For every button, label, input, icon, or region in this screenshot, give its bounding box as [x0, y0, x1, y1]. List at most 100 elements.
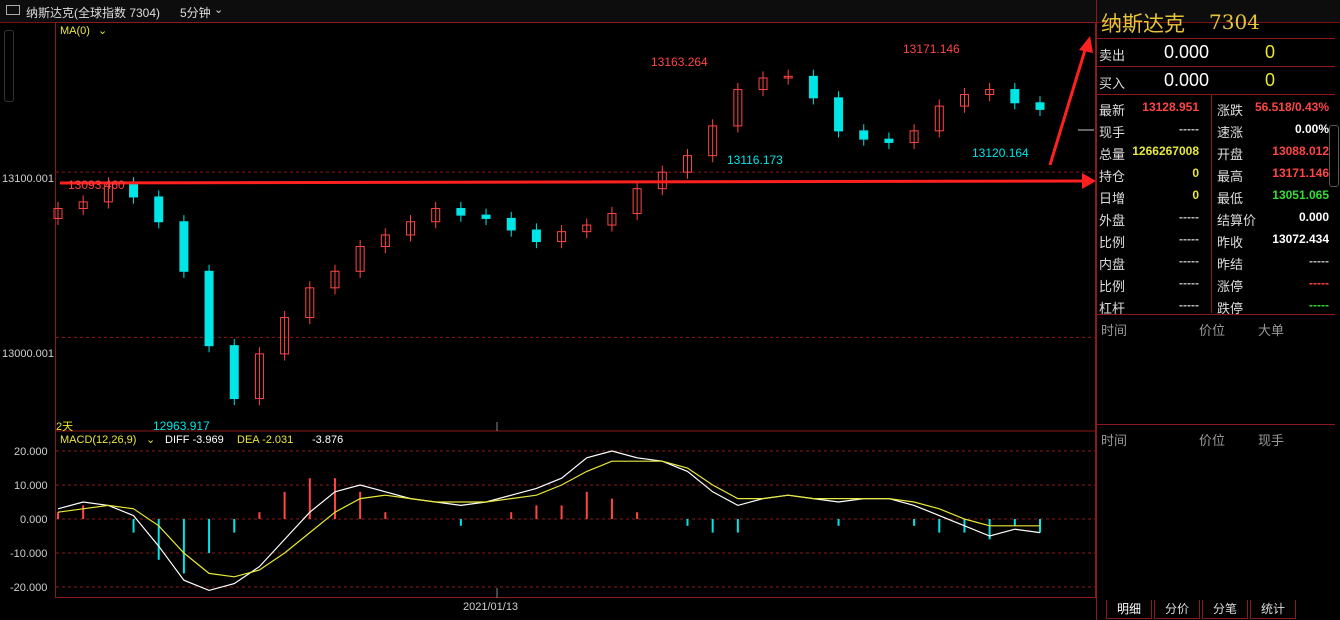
- macd-axis-label: -20.000: [10, 582, 48, 594]
- price-axis-label: 13000.001: [2, 348, 54, 360]
- quote-key: 最新: [1099, 103, 1126, 118]
- macd-axis-label: 0.000: [20, 514, 48, 526]
- tab-statistics[interactable]: 统计: [1250, 600, 1296, 619]
- quote-row: 内盘 ----- 昨结 -----: [1097, 250, 1335, 272]
- quote-key: 最低: [1217, 191, 1244, 206]
- quote-row: 总量 1266267008 开盘 13088.012: [1097, 140, 1335, 162]
- tab-tick-by-tick[interactable]: 分笔: [1202, 600, 1248, 619]
- quote-key: 外盘: [1099, 213, 1126, 228]
- buy-label: 买入: [1099, 76, 1126, 91]
- ticks-col-volume: 现手: [1258, 433, 1285, 448]
- candle-body: [204, 270, 214, 347]
- quote-key: 内盘: [1099, 257, 1126, 272]
- quote-value: 13072.434: [1272, 232, 1329, 246]
- ma-label[interactable]: MA(0): [60, 25, 90, 37]
- macd-diff: DIFF -3.969: [165, 434, 224, 446]
- quote-key: 现手: [1099, 125, 1126, 140]
- buy-price: 0.000: [1163, 70, 1209, 90]
- arrow-head-icon: [1082, 173, 1096, 189]
- candle-body: [884, 138, 894, 143]
- quote-value: -----: [1309, 276, 1329, 290]
- date-axis-label: 2021/01/13: [463, 601, 519, 613]
- quote-value: 13088.012: [1272, 144, 1329, 158]
- macd-dea: DEA -2.031: [237, 434, 294, 446]
- macd-axis-label: 20.000: [14, 446, 48, 458]
- quote-panel: 纳斯达克 7304 卖出 0.000 0 买入 0.000 0 最新 13128.…: [1096, 0, 1340, 620]
- buy-row: 买入 0.000 0: [1097, 68, 1335, 94]
- day-label: 2天: [56, 421, 74, 433]
- quote-row: 持仓 0 最高 13171.146: [1097, 162, 1335, 184]
- macd-axis-label: 10.000: [14, 480, 48, 492]
- candle-body: [129, 183, 139, 198]
- quote-value: -----: [1179, 298, 1199, 312]
- candle-body: [229, 345, 239, 400]
- quote-value: 13171.146: [1272, 166, 1329, 180]
- trough-label: 13116.173: [727, 153, 783, 167]
- quote-key: 总量: [1099, 147, 1126, 162]
- quote-value: 56.518/0.43%: [1254, 100, 1329, 114]
- quote-row: 比例 ----- 涨停 -----: [1097, 272, 1335, 294]
- buy-volume: 0: [1264, 70, 1275, 90]
- macd-value: -3.876: [312, 434, 344, 446]
- peak-label: 13163.264: [651, 55, 708, 69]
- quote-value: -----: [1179, 232, 1199, 246]
- scrollbar[interactable]: [1329, 125, 1339, 187]
- quote-value: 1266267008: [1132, 144, 1199, 158]
- quote-row: 杠杆 ----- 跌停 -----: [1097, 294, 1335, 316]
- low-label: 12963.917: [153, 419, 210, 433]
- horizontal-arrow: [59, 179, 1086, 185]
- diagonal-arrow: [1048, 49, 1087, 166]
- quote-value: 13128.951: [1142, 100, 1199, 114]
- quote-key: 持仓: [1099, 169, 1126, 184]
- ticks-col-price: 价位: [1199, 323, 1226, 338]
- candle-body: [834, 97, 844, 132]
- quote-code: 7304: [1209, 10, 1260, 34]
- quote-value: -----: [1309, 254, 1329, 268]
- quote-row: 日增 0 最低 13051.065: [1097, 184, 1335, 206]
- sell-price: 0.000: [1163, 42, 1209, 62]
- quote-value: -----: [1179, 210, 1199, 224]
- diff-line: [57, 450, 1041, 592]
- candle-body: [456, 208, 466, 216]
- quote-key: 最高: [1217, 169, 1244, 184]
- quote-row: 比例 ----- 昨收 13072.434: [1097, 228, 1335, 250]
- tab-detail[interactable]: 明细: [1106, 600, 1152, 619]
- candle-body: [179, 221, 189, 272]
- peak-label: 13171.146: [903, 42, 960, 56]
- candle-body: [808, 75, 818, 99]
- quote-value: 0: [1192, 166, 1199, 180]
- tab-price-distribution[interactable]: 分价: [1154, 600, 1200, 619]
- ticks-col-time: 时间: [1101, 433, 1128, 448]
- chevron-down-icon[interactable]: ⌄: [98, 24, 107, 37]
- chevron-down-icon[interactable]: ⌄: [146, 433, 155, 446]
- quote-value: -----: [1179, 276, 1199, 290]
- ticks-col-time: 时间: [1101, 323, 1128, 338]
- quote-key: 速涨: [1217, 125, 1244, 140]
- quote-value: -----: [1309, 298, 1329, 312]
- candle-body: [506, 217, 516, 231]
- quote-key: 比例: [1099, 235, 1126, 250]
- quote-value: 0.00%: [1294, 122, 1329, 136]
- quote-row: 外盘 ----- 结算价 0.000: [1097, 206, 1335, 228]
- trough-label: 13120.164: [972, 146, 1029, 160]
- sell-volume: 0: [1264, 42, 1275, 62]
- sell-row: 卖出 0.000 0: [1097, 40, 1335, 66]
- quote-row: 最新 13128.951 涨跌 56.518/0.43%: [1097, 96, 1335, 118]
- quote-name: 纳斯达克: [1101, 12, 1185, 36]
- sell-label: 卖出: [1099, 48, 1126, 63]
- macd-axis-label: -10.000: [10, 548, 48, 560]
- quote-key: 昨收: [1217, 235, 1244, 250]
- quote-value: -----: [1179, 254, 1199, 268]
- ticks-col-bigorder: 大单: [1258, 323, 1285, 338]
- quote-key: 涨停: [1217, 279, 1244, 294]
- quote-value: 0.000: [1298, 210, 1329, 224]
- candle-body: [531, 229, 541, 243]
- quote-value: -----: [1179, 122, 1199, 136]
- macd-label[interactable]: MACD(12,26,9): [60, 434, 136, 446]
- candle-body: [859, 130, 869, 140]
- price-axis-label: 13100.001: [2, 173, 54, 185]
- ticks-col-price: 价位: [1199, 433, 1226, 448]
- quote-value: 0: [1192, 188, 1199, 202]
- quote-key: 日增: [1099, 191, 1126, 206]
- hline-price-label: 13093.460: [68, 178, 125, 192]
